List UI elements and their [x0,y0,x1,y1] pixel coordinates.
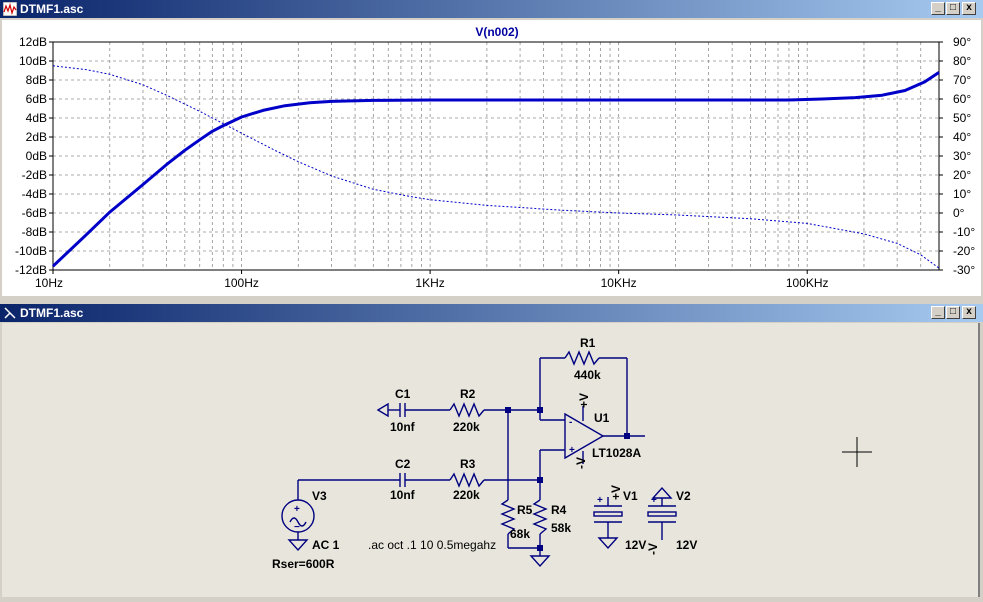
waveform-icon [3,2,17,16]
bode-plot[interactable]: V(n002) 12dB 10dB 8dB 6dB 4dB 2dB 0dB -2dB -4dB -… [2,20,981,296]
minimize-button[interactable]: _ [931,2,945,15]
schematic-icon [4,307,16,319]
x-tick-label: 100KHz [786,276,829,290]
label-r2-value: 220k [453,420,480,434]
magnitude-trace[interactable] [51,71,940,268]
y-tick-label-left: 4dB [26,111,47,125]
label-v2-plus: + [651,495,657,506]
schematic-window: DTMF1.asc _ □ x C1 10nf R2 220k C2 10nf … [0,304,983,599]
y-tick-label-left: -12dB [15,263,47,277]
label-u1-value: LT1028A [592,446,641,460]
y-tick-label-right: 60° [953,92,971,106]
label-v2-ref: V2 [676,489,691,503]
y-tick-label-right: -10° [953,225,975,239]
y-tick-label-right: 10° [953,187,971,201]
y-tick-label-left: -4dB [22,187,47,201]
y-tick-label-left: -6dB [22,206,47,220]
y-tick-label-left: 2dB [26,130,47,144]
label-r3-value: 220k [453,488,480,502]
label-r4-value: 58k [551,521,571,535]
y-tick-label-right: 40° [953,130,971,144]
y-tick-label-right: -20° [953,244,975,258]
resistor-r3[interactable] [449,472,485,488]
label-v2-value: 12V [676,538,697,552]
y-tick-label-left: 12dB [19,35,47,49]
ground-symbol-c1-input [376,402,389,418]
label-opamp-minus-v: -V [574,457,588,469]
y-tick-label-right: 30° [953,149,971,163]
plot-window: DTMF1.asc _ □ x V(n002) 12dB 10dB 8dB 6dB 4d… [0,0,983,298]
label-c1-ref: C1 [395,387,411,401]
ground-symbol-r4 [529,555,551,568]
close-button[interactable]: x [962,306,976,319]
y-tick-label-left: 8dB [26,73,47,87]
x-tick-label: 10KHz [601,276,637,290]
y-tick-label-left: -2dB [22,168,47,182]
y-tick-label-right: 20° [953,168,971,182]
schematic-window-titlebar[interactable]: DTMF1.asc _ □ x [0,304,983,322]
close-button[interactable]: x [962,2,976,15]
y-tick-label-right: 80° [953,54,971,68]
y-tick-label-right: 70° [953,73,971,87]
ground-symbol-v1 [597,537,619,550]
x-tick-label: 1KHz [415,276,444,290]
label-opamp-noninv: + [569,445,575,456]
label-c2-value: 10nf [390,488,416,502]
label-v1-plus: + [597,495,603,506]
label-v1-ref: V1 [623,489,638,503]
label-v3-value: AC 1 [312,538,340,552]
label-v1-plus-v: +V [609,485,623,500]
y-tick-label-right: 50° [953,111,971,125]
crosshair-cursor-icon [842,437,872,467]
phase-trace[interactable] [52,65,940,269]
label-c2-ref: C2 [395,457,411,471]
label-c1-value: 10nf [390,420,416,434]
x-tick-label: 10Hz [35,276,63,290]
label-v2-minus-v: -V [646,543,660,555]
label-opamp-plus-v: +V [577,393,591,408]
label-v3-minus: − [294,522,300,533]
y-tick-label-left: -10dB [15,244,47,258]
label-r5-value: 68k [510,527,530,541]
y-tick-label-left: 10dB [19,54,47,68]
y-tick-label-left: -8dB [22,225,47,239]
schematic-drawing[interactable]: C1 10nf R2 220k C2 10nf R3 220k R1 440k … [2,323,978,597]
label-v3-rser: Rser=600R [272,557,335,571]
plot-canvas[interactable]: V(n002) 12dB 10dB 8dB 6dB 4dB 2dB 0dB -2dB -4dB -… [2,20,981,296]
label-r1-ref: R1 [580,336,596,350]
resistor-r4[interactable] [532,499,548,535]
schematic-canvas[interactable]: C1 10nf R2 220k C2 10nf R3 220k R1 440k … [2,323,980,597]
label-r1-value: 440k [574,368,601,382]
y-tick-label-right: -30° [953,263,975,277]
label-u1-ref: U1 [594,411,610,425]
y-tick-label-left: 6dB [26,92,47,106]
y-tick-label-right: 90° [953,35,971,49]
spice-directive[interactable]: .ac oct .1 10 0.5megahz [368,538,496,552]
label-opamp-inv: - [569,417,572,428]
label-r4-ref: R4 [551,503,567,517]
resistor-r1[interactable] [564,350,600,366]
x-tick-label: 100Hz [224,276,259,290]
label-v3-ref: V3 [312,489,327,503]
maximize-button[interactable]: □ [946,306,960,319]
resistor-r2[interactable] [449,402,485,418]
trace-label[interactable]: V(n002) [475,25,518,39]
minimize-button[interactable]: _ [931,306,945,319]
ground-symbol-v3 [287,539,309,552]
schematic-window-title: DTMF1.asc [20,306,84,320]
label-r5-ref: R5 [517,503,533,517]
plot-window-titlebar[interactable]: DTMF1.asc _ □ x [0,0,983,18]
label-r3-ref: R3 [460,457,476,471]
y-tick-label-left: 0dB [26,149,47,163]
maximize-button[interactable]: □ [946,2,960,15]
label-v1-value: 12V [625,538,646,552]
plot-window-title: DTMF1.asc [20,2,84,16]
y-tick-label-right: 0° [953,206,965,220]
label-v3-plus: + [294,504,300,515]
label-r2-ref: R2 [460,387,476,401]
